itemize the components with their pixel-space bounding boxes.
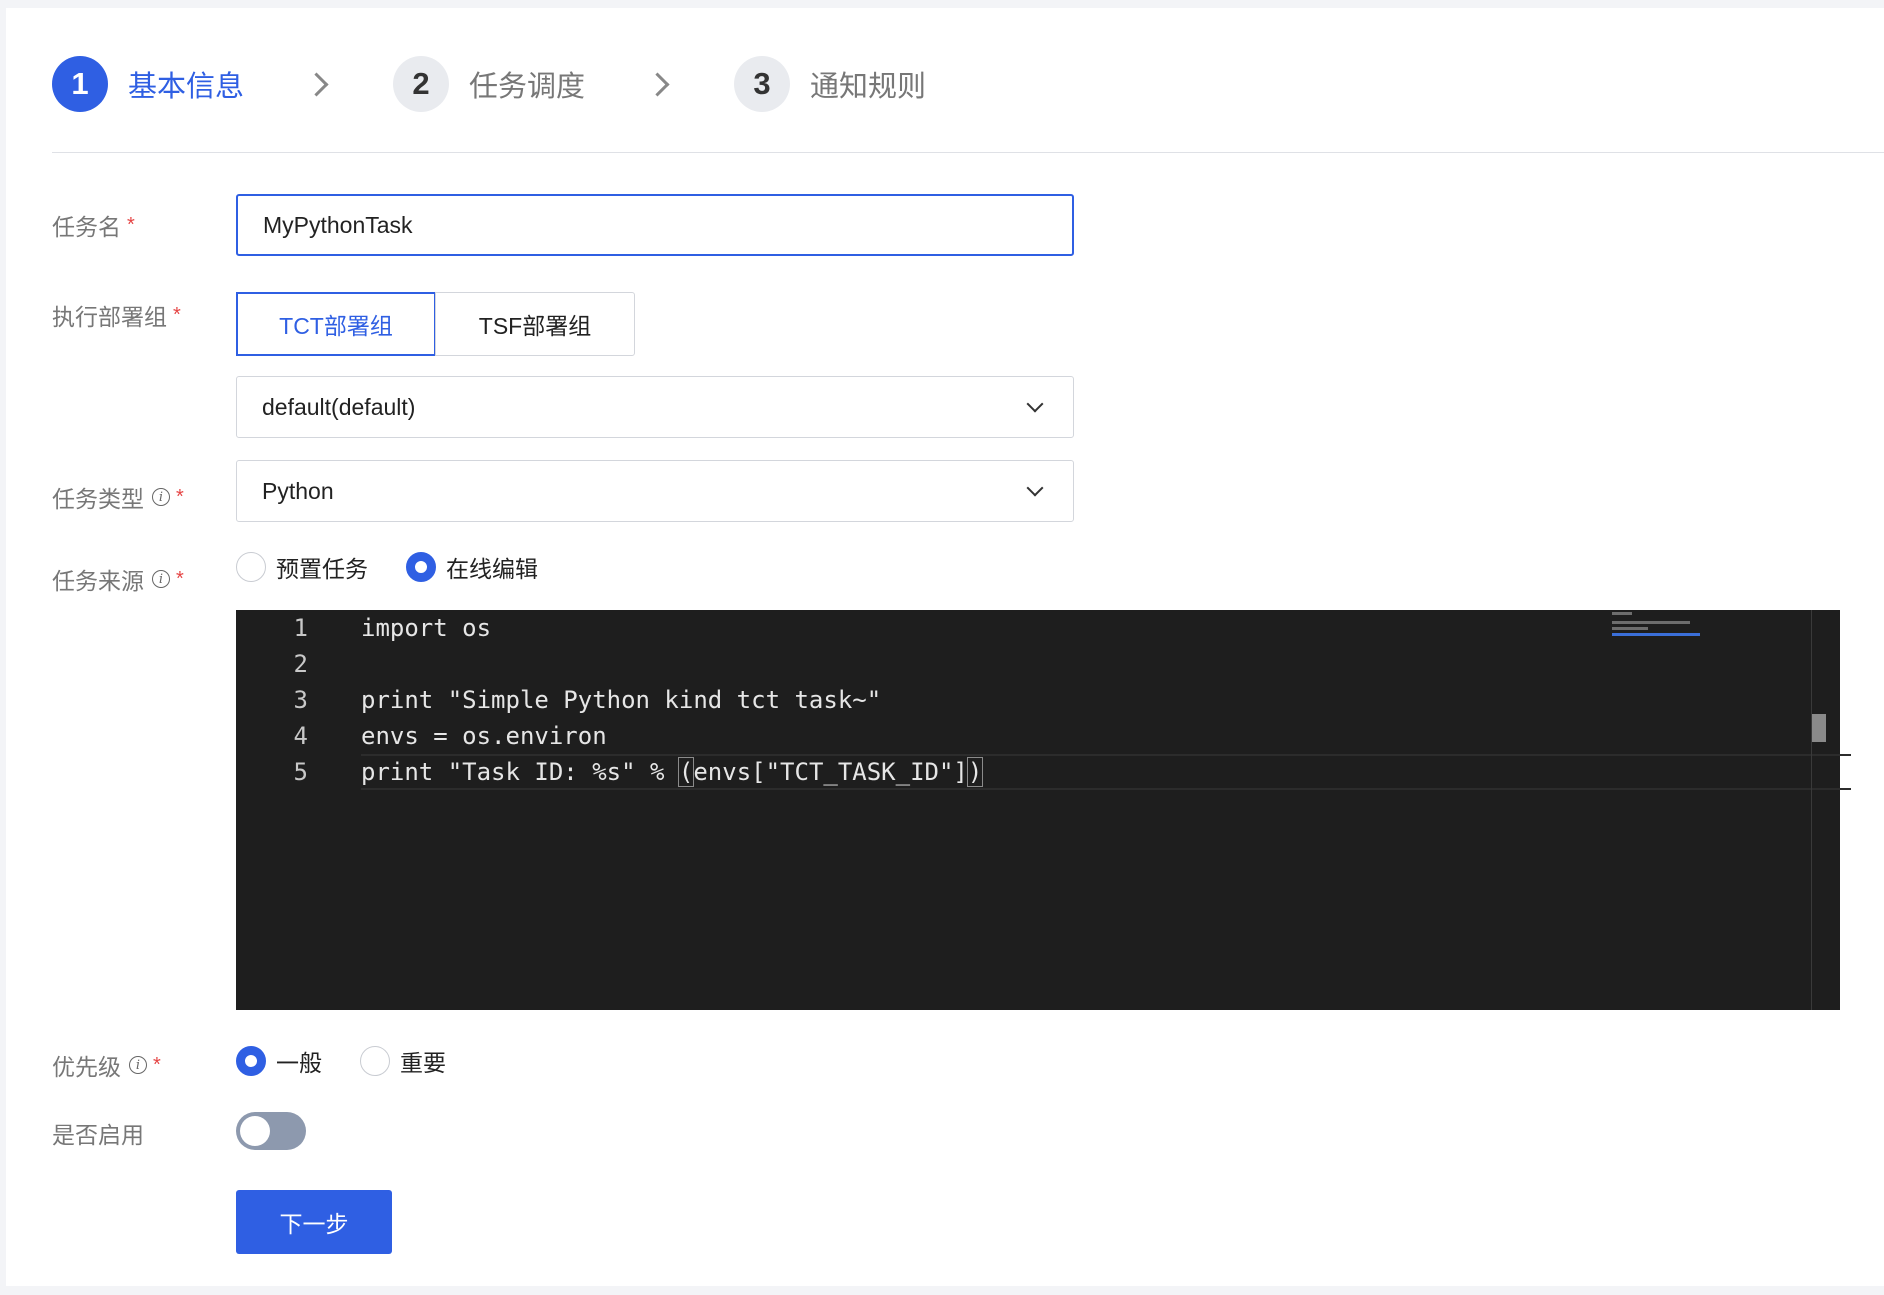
- select-value: default(default): [262, 393, 416, 420]
- step-number: 2: [393, 56, 450, 112]
- stepper: 1 基本信息 2 任务调度 3 通知规则: [52, 54, 926, 114]
- line-number: 1: [293, 614, 308, 642]
- form-card: 1 基本信息 2 任务调度 3 通知规则 任务名 * MyPythonTask …: [6, 8, 1884, 1286]
- code-segment: envs["TCT_TASK_ID"]: [693, 758, 968, 786]
- task-type-label: 任务类型 i *: [52, 480, 184, 514]
- radio-priority-important[interactable]: 重要: [360, 1044, 446, 1078]
- radio-circle: [236, 552, 266, 582]
- info-icon[interactable]: i: [129, 1056, 147, 1074]
- code-text: print "Task ID: %s" % (envs["TCT_TASK_ID…: [361, 757, 984, 787]
- radio-label: 在线编辑: [446, 556, 538, 582]
- required-mark: *: [176, 567, 184, 590]
- required-mark: *: [153, 1053, 161, 1076]
- label-text: 任务名: [52, 214, 121, 240]
- step-task-schedule[interactable]: 2 任务调度: [393, 56, 585, 112]
- priority-radio-group: 一般 重要: [236, 1044, 484, 1078]
- info-icon[interactable]: i: [152, 570, 170, 588]
- radio-label: 预置任务: [276, 556, 368, 582]
- enabled-label: 是否启用: [52, 1116, 144, 1150]
- select-value: Python: [262, 477, 334, 504]
- code-line: 5 print "Task ID: %s" % (envs["TCT_TASK_…: [236, 754, 984, 790]
- enabled-switch[interactable]: [236, 1112, 306, 1150]
- code-segment: print "Task ID: %s" %: [361, 758, 679, 786]
- label-text: 任务类型: [52, 486, 144, 512]
- task-name-input[interactable]: MyPythonTask: [236, 194, 1074, 256]
- switch-knob: [240, 1116, 270, 1146]
- namespace-select[interactable]: default(default): [236, 376, 1074, 438]
- deploy-group-label: 执行部署组 *: [52, 298, 181, 332]
- code-line: 4 envs = os.environ: [236, 718, 607, 754]
- chevron-down-icon: [1026, 479, 1044, 497]
- required-mark: *: [173, 303, 181, 326]
- step-label: 通知规则: [810, 71, 927, 103]
- priority-label: 优先级 i *: [52, 1048, 161, 1082]
- required-mark: *: [176, 485, 184, 508]
- line-number: 5: [293, 758, 308, 786]
- step-label: 基本信息: [128, 71, 245, 103]
- step-label: 任务调度: [469, 71, 586, 103]
- line-number: 4: [293, 722, 308, 750]
- code-text: import os: [361, 614, 492, 642]
- scrollbar-thumb[interactable]: [1812, 714, 1826, 742]
- code-line: 1 import os: [236, 610, 492, 646]
- input-value: MyPythonTask: [263, 211, 413, 238]
- label-text: 优先级: [52, 1054, 121, 1080]
- task-type-select[interactable]: Python: [236, 460, 1074, 522]
- radio-circle: [360, 1046, 390, 1076]
- code-text: print "Simple Python kind tct task~": [361, 686, 882, 714]
- radio-preset-task[interactable]: 预置任务: [236, 550, 368, 584]
- radio-priority-normal[interactable]: 一般: [236, 1044, 322, 1078]
- step-basic-info[interactable]: 1 基本信息: [52, 56, 244, 112]
- bracket-match: ): [966, 757, 984, 787]
- radio-circle: [236, 1046, 266, 1076]
- tct-deploy-group-button[interactable]: TCT部署组: [236, 292, 436, 356]
- radio-circle: [406, 552, 436, 582]
- bracket-match: (: [677, 757, 695, 787]
- code-line: 3 print "Simple Python kind tct task~": [236, 682, 882, 718]
- step-number: 3: [734, 56, 791, 112]
- step-number: 1: [52, 56, 108, 112]
- radio-label: 重要: [400, 1050, 446, 1076]
- editor-scrollbar[interactable]: [1811, 610, 1840, 1010]
- tsf-deploy-group-button[interactable]: TSF部署组: [435, 292, 635, 356]
- radio-online-edit[interactable]: 在线编辑: [406, 550, 538, 584]
- line-number: 2: [293, 650, 308, 678]
- label-text: 执行部署组: [52, 304, 167, 330]
- line-number: 3: [293, 686, 308, 714]
- chevron-right-icon: [304, 71, 329, 97]
- chevron-down-icon: [1026, 395, 1044, 413]
- info-icon[interactable]: i: [152, 488, 170, 506]
- task-source-label: 任务来源 i *: [52, 562, 184, 596]
- task-name-label: 任务名 *: [52, 208, 135, 242]
- code-text: envs = os.environ: [361, 722, 607, 750]
- next-step-button[interactable]: 下一步: [236, 1190, 392, 1254]
- code-line: 2: [236, 646, 308, 682]
- editor-minimap[interactable]: [1612, 610, 1812, 1010]
- radio-label: 一般: [276, 1050, 322, 1076]
- divider: [52, 152, 1884, 153]
- deploy-group-toggle: TCT部署组 TSF部署组: [236, 292, 635, 356]
- step-notify-rules[interactable]: 3 通知规则: [734, 56, 926, 112]
- required-mark: *: [127, 213, 135, 236]
- label-text: 是否启用: [52, 1122, 144, 1148]
- chevron-right-icon: [645, 71, 670, 97]
- code-editor[interactable]: 1 import os 2 3 print "Simple Python kin…: [236, 610, 1851, 1010]
- label-text: 任务来源: [52, 568, 144, 594]
- task-source-radio-group: 预置任务 在线编辑: [236, 550, 576, 584]
